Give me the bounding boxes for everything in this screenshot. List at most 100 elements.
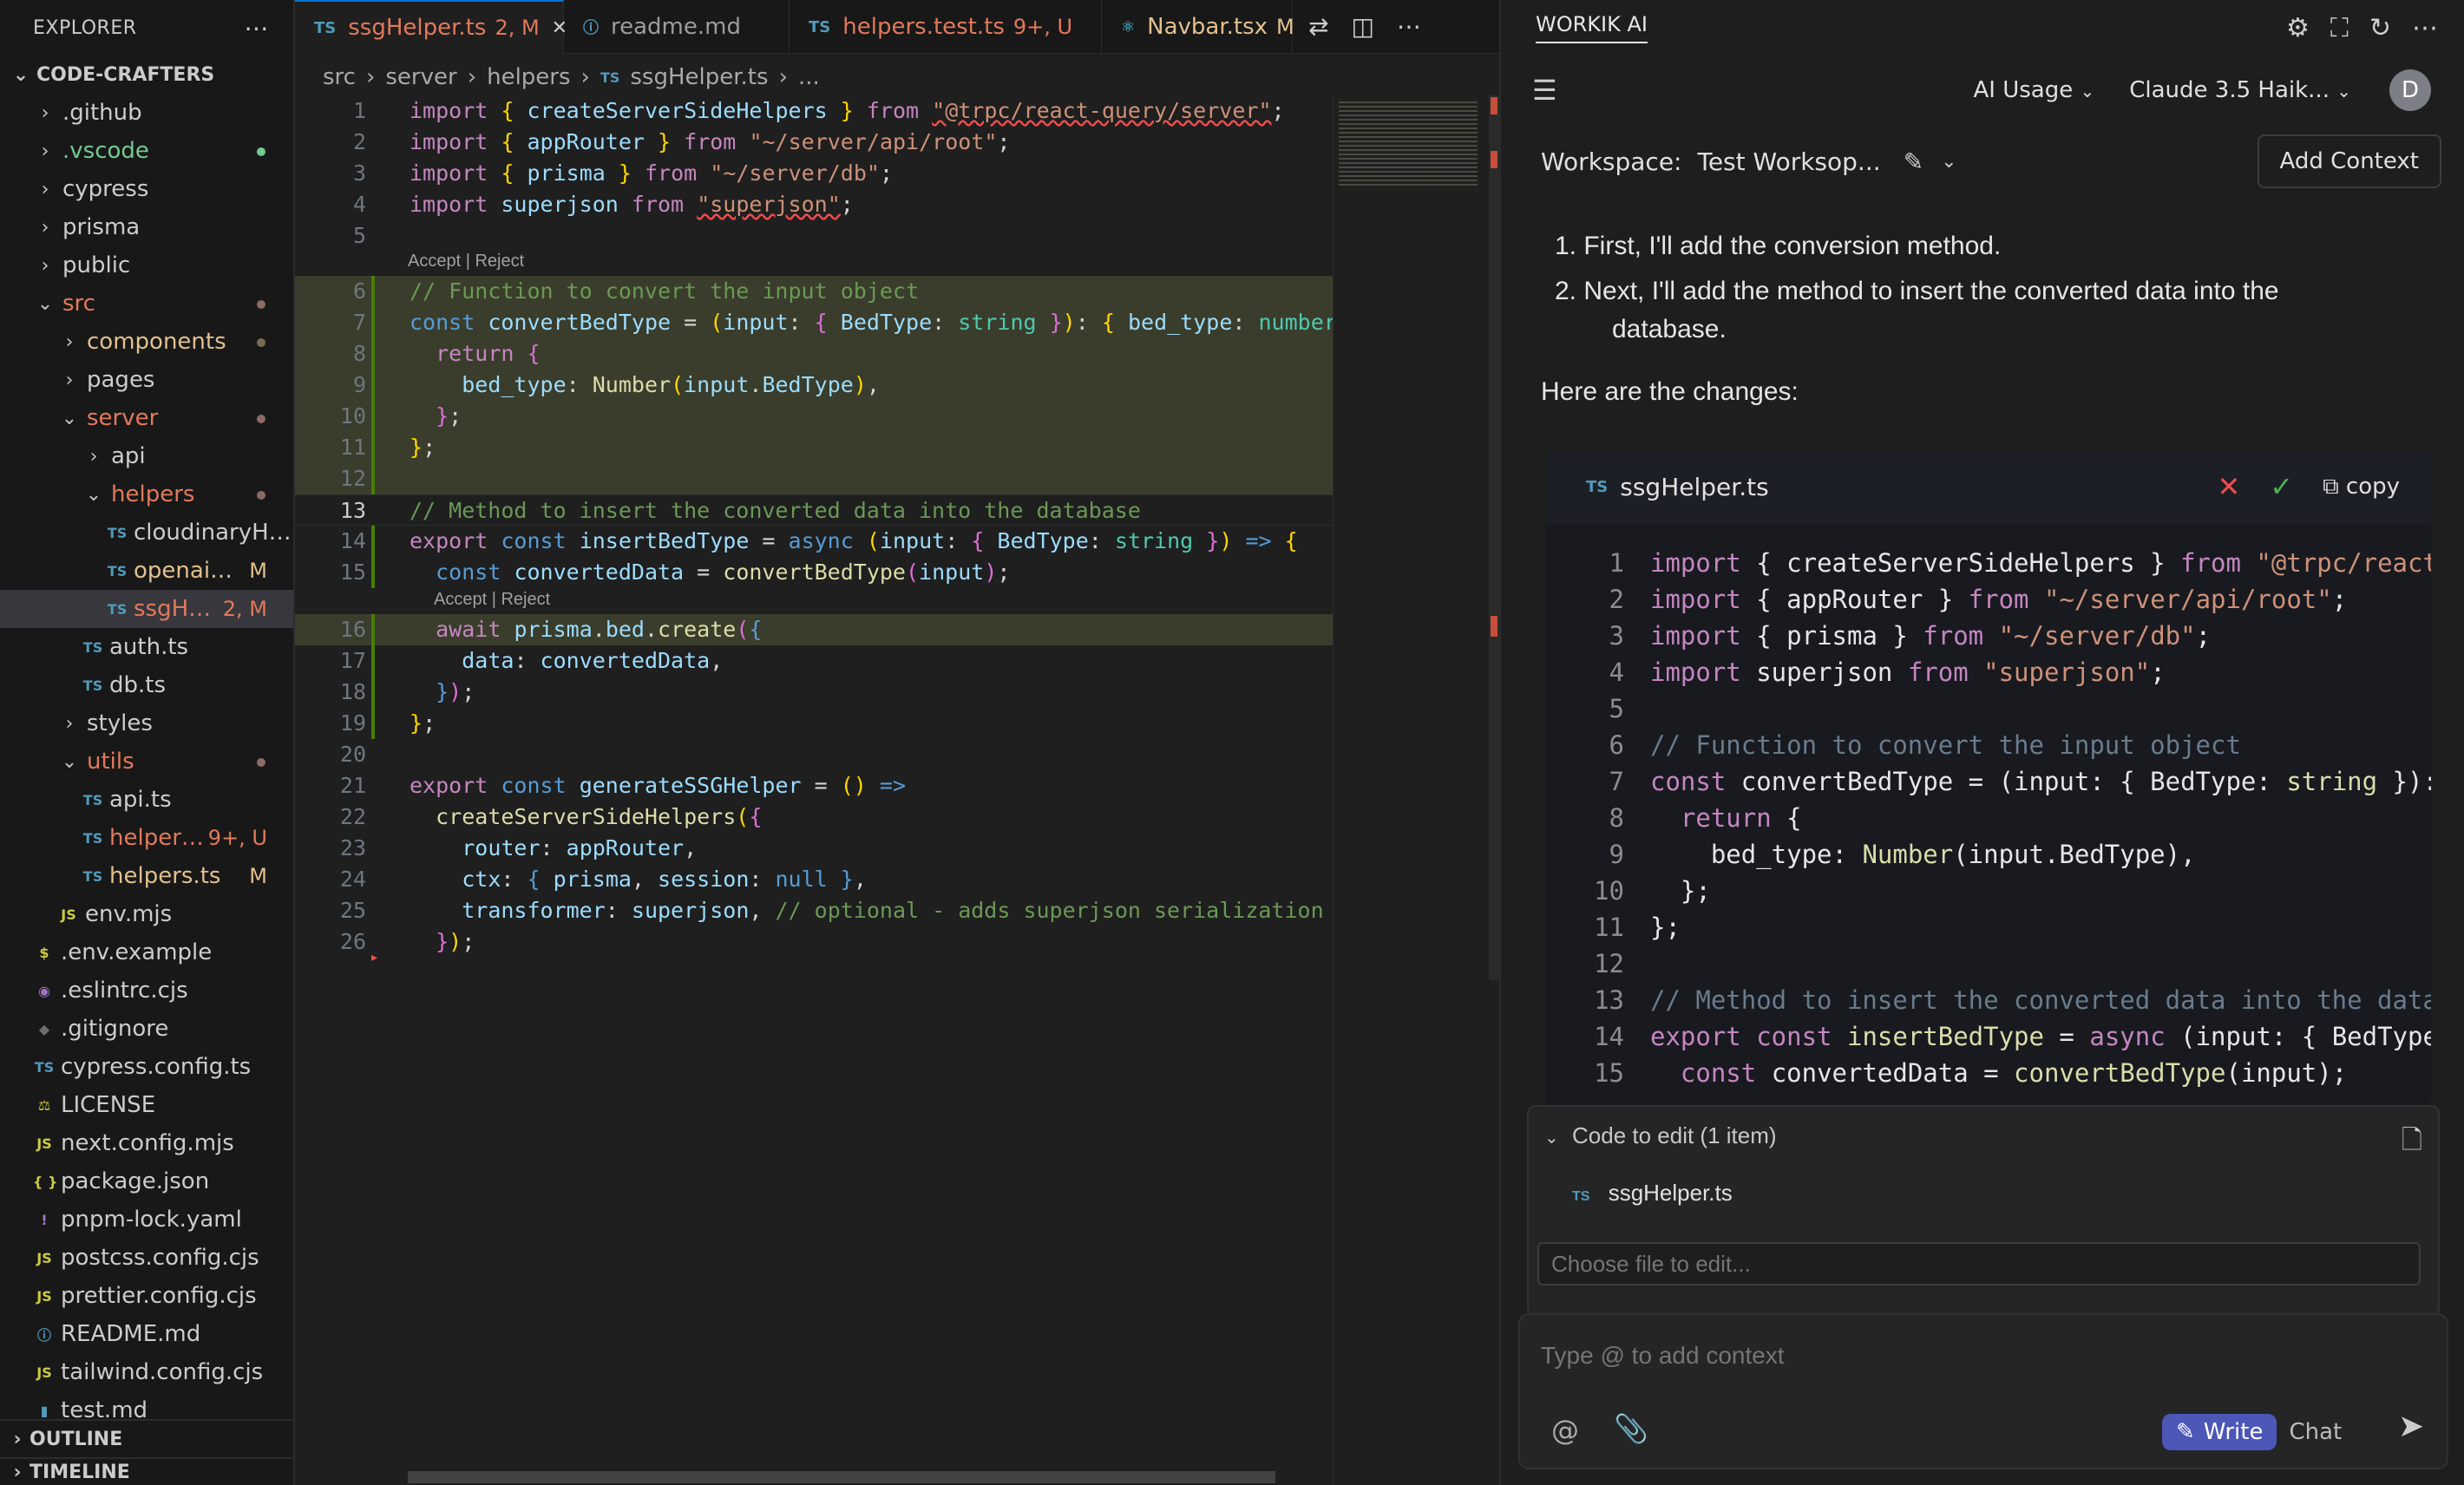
- breadcrumb-file[interactable]: ssgHelper.ts: [630, 64, 768, 90]
- file-item[interactable]: TS cloudinaryHelpe...: [0, 514, 293, 552]
- code-to-edit-toggle[interactable]: ⌄ Code to edit (1 item): [1544, 1122, 1777, 1149]
- tab-ssghelper-ts[interactable]: TS ssgHelper.ts 2, M ✕: [295, 0, 567, 54]
- timeline-label: TIMELINE: [29, 1461, 130, 1483]
- split-editor-icon[interactable]: ◫: [1351, 12, 1373, 41]
- add-context-button[interactable]: Add Context: [2257, 134, 2441, 188]
- send-icon[interactable]: ➤: [2398, 1409, 2424, 1444]
- code-line-added: 16 await prisma.bed.create({: [295, 614, 1333, 645]
- explorer-header: EXPLORER ⋯: [0, 0, 293, 56]
- code-editor[interactable]: Accept | Reject Accept | Reject 1 import …: [295, 95, 1333, 1483]
- accept-reject-actions[interactable]: Accept | Reject: [434, 590, 550, 610]
- folder-item[interactable]: ⌄ server: [0, 399, 293, 437]
- breadcrumb-src[interactable]: src: [323, 64, 356, 90]
- tab-helpers-test-ts[interactable]: TS helpers.test.ts 9+, U: [790, 0, 1102, 54]
- file-item[interactable]: TS ssgHelp...2, M: [0, 590, 293, 628]
- edit-icon[interactable]: ✎: [1904, 147, 1923, 176]
- chevron-down-icon[interactable]: ⌄: [1941, 151, 1956, 173]
- vertical-scrollbar[interactable]: [1489, 95, 1499, 980]
- file-item[interactable]: ◉ .eslintrc.cjs: [0, 971, 293, 1010]
- folder-item[interactable]: › .vscode: [0, 132, 293, 170]
- compare-changes-icon[interactable]: ⇄: [1308, 12, 1328, 41]
- workspace-root[interactable]: ⌄ CODE-CRAFTERS: [0, 56, 293, 94]
- file-item[interactable]: ◆ .gitignore: [0, 1010, 293, 1048]
- mention-icon[interactable]: @: [1551, 1414, 1579, 1447]
- folder-item[interactable]: › pages: [0, 361, 293, 399]
- timeline-section[interactable]: › TIMELINE: [0, 1457, 293, 1485]
- env-file-icon: $: [39, 944, 49, 961]
- chat-mode-button[interactable]: Chat: [2289, 1419, 2342, 1445]
- file-item[interactable]: { } package.json: [0, 1162, 293, 1200]
- edit-file-item[interactable]: TS ssgHelper.ts: [1572, 1180, 1733, 1207]
- folder-item[interactable]: ⌄ src: [0, 285, 293, 323]
- accept-icon[interactable]: ✓: [2270, 470, 2293, 503]
- breadcrumb-helpers[interactable]: helpers: [487, 64, 570, 90]
- gear-icon[interactable]: ⚙: [2286, 13, 2310, 43]
- file-item[interactable]: $ .env.example: [0, 933, 293, 971]
- folder-item[interactable]: › cypress: [0, 170, 293, 208]
- tab-navbar-tsx[interactable]: ⚛ Navbar.tsx M: [1102, 0, 1294, 54]
- file-item[interactable]: TS api.ts: [0, 781, 293, 819]
- folder-item[interactable]: › styles: [0, 704, 293, 742]
- ellipsis-icon[interactable]: ⋯: [245, 14, 270, 43]
- horizontal-scrollbar[interactable]: [408, 1471, 1275, 1483]
- folder-item[interactable]: ⌄ helpers: [0, 475, 293, 514]
- write-mode-button[interactable]: ✎ Write: [2162, 1414, 2277, 1450]
- folder-item[interactable]: › components: [0, 323, 293, 361]
- breadcrumb-symbols[interactable]: ...: [798, 64, 820, 90]
- folder-item[interactable]: › public: [0, 246, 293, 285]
- file-item[interactable]: TS helpers.ts M: [0, 857, 293, 895]
- ai-usage-dropdown[interactable]: AI Usage ⌄: [1973, 77, 2094, 103]
- folder-item[interactable]: › api: [0, 437, 293, 475]
- avatar[interactable]: D: [2389, 69, 2431, 111]
- file-item[interactable]: ⚖ LICENSE: [0, 1086, 293, 1124]
- file-item[interactable]: TS auth.ts: [0, 628, 293, 666]
- reject-icon[interactable]: ✕: [2217, 470, 2240, 503]
- modified-dot-icon: [257, 300, 265, 309]
- workspace-label: Workspace:: [1541, 147, 1682, 176]
- paperclip-icon[interactable]: 📎: [1614, 1412, 1648, 1445]
- accept-reject-actions[interactable]: Accept | Reject: [408, 252, 524, 271]
- ts-file-icon: TS: [1586, 477, 1609, 496]
- file-item[interactable]: TS helpers.t...9+, U: [0, 819, 293, 857]
- ai-panel-title[interactable]: WORKIK AI: [1536, 12, 1648, 43]
- workspace-name[interactable]: Test Worksop...: [1697, 147, 1880, 176]
- folder-item[interactable]: ⌄ utils: [0, 742, 293, 781]
- file-item[interactable]: JS prettier.config.cjs: [0, 1277, 293, 1315]
- more-actions-icon[interactable]: ⋯: [1397, 12, 1421, 41]
- outline-section[interactable]: › OUTLINE: [0, 1419, 293, 1457]
- chevron-down-icon: ⌄: [12, 63, 29, 86]
- file-item[interactable]: JS env.mjs: [0, 895, 293, 933]
- code-line: 18 });: [339, 679, 475, 704]
- gutter-added-marker: [371, 276, 375, 494]
- chevron-down-icon: ⌄: [2080, 81, 2095, 101]
- model-selector[interactable]: Claude 3.5 Haik... ⌄: [2129, 77, 2351, 103]
- tab-readme-md[interactable]: ⓘ readme.md: [564, 0, 790, 54]
- refresh-icon[interactable]: ↻: [2369, 13, 2391, 43]
- workspace-root-label: CODE-CRAFTERS: [36, 63, 215, 86]
- chat-input[interactable]: [1541, 1334, 2426, 1377]
- chevron-right-icon: ›: [41, 216, 49, 239]
- copy-button[interactable]: ⧉ copy: [2323, 474, 2400, 500]
- suggestion-code-line: 2 import { appRouter } from "~/server/api…: [1609, 585, 2348, 614]
- file-item[interactable]: ! pnpm-lock.yaml: [0, 1200, 293, 1239]
- more-actions-icon[interactable]: ⋯: [2412, 13, 2438, 43]
- file-item[interactable]: JS next.config.mjs: [0, 1124, 293, 1162]
- choose-file-input[interactable]: [1537, 1242, 2421, 1285]
- tree-item-label: env.mjs: [85, 901, 173, 927]
- tree-item-label: .eslintrc.cjs: [61, 978, 188, 1004]
- file-item[interactable]: ⓘ README.md: [0, 1315, 293, 1353]
- file-item[interactable]: JS postcss.config.cjs: [0, 1239, 293, 1277]
- minimap[interactable]: [1333, 95, 1489, 1483]
- file-item[interactable]: TS db.ts: [0, 666, 293, 704]
- add-file-icon[interactable]: 🗋: [2402, 1121, 2422, 1165]
- file-item[interactable]: TS openaiHelp...M: [0, 552, 293, 590]
- editor-actions: ⇄ ◫ ⋯: [1293, 0, 1421, 53]
- maximize-icon[interactable]: ⛶: [2330, 13, 2349, 43]
- file-item[interactable]: JS tailwind.config.cjs: [0, 1353, 293, 1391]
- breadcrumb-server[interactable]: server: [385, 64, 456, 90]
- folder-item[interactable]: › prisma: [0, 208, 293, 246]
- folder-item[interactable]: › .github: [0, 94, 293, 132]
- file-item[interactable]: TS cypress.config.ts: [0, 1048, 293, 1086]
- yaml-file-icon: !: [41, 1211, 48, 1228]
- menu-icon[interactable]: ☰: [1532, 74, 1557, 107]
